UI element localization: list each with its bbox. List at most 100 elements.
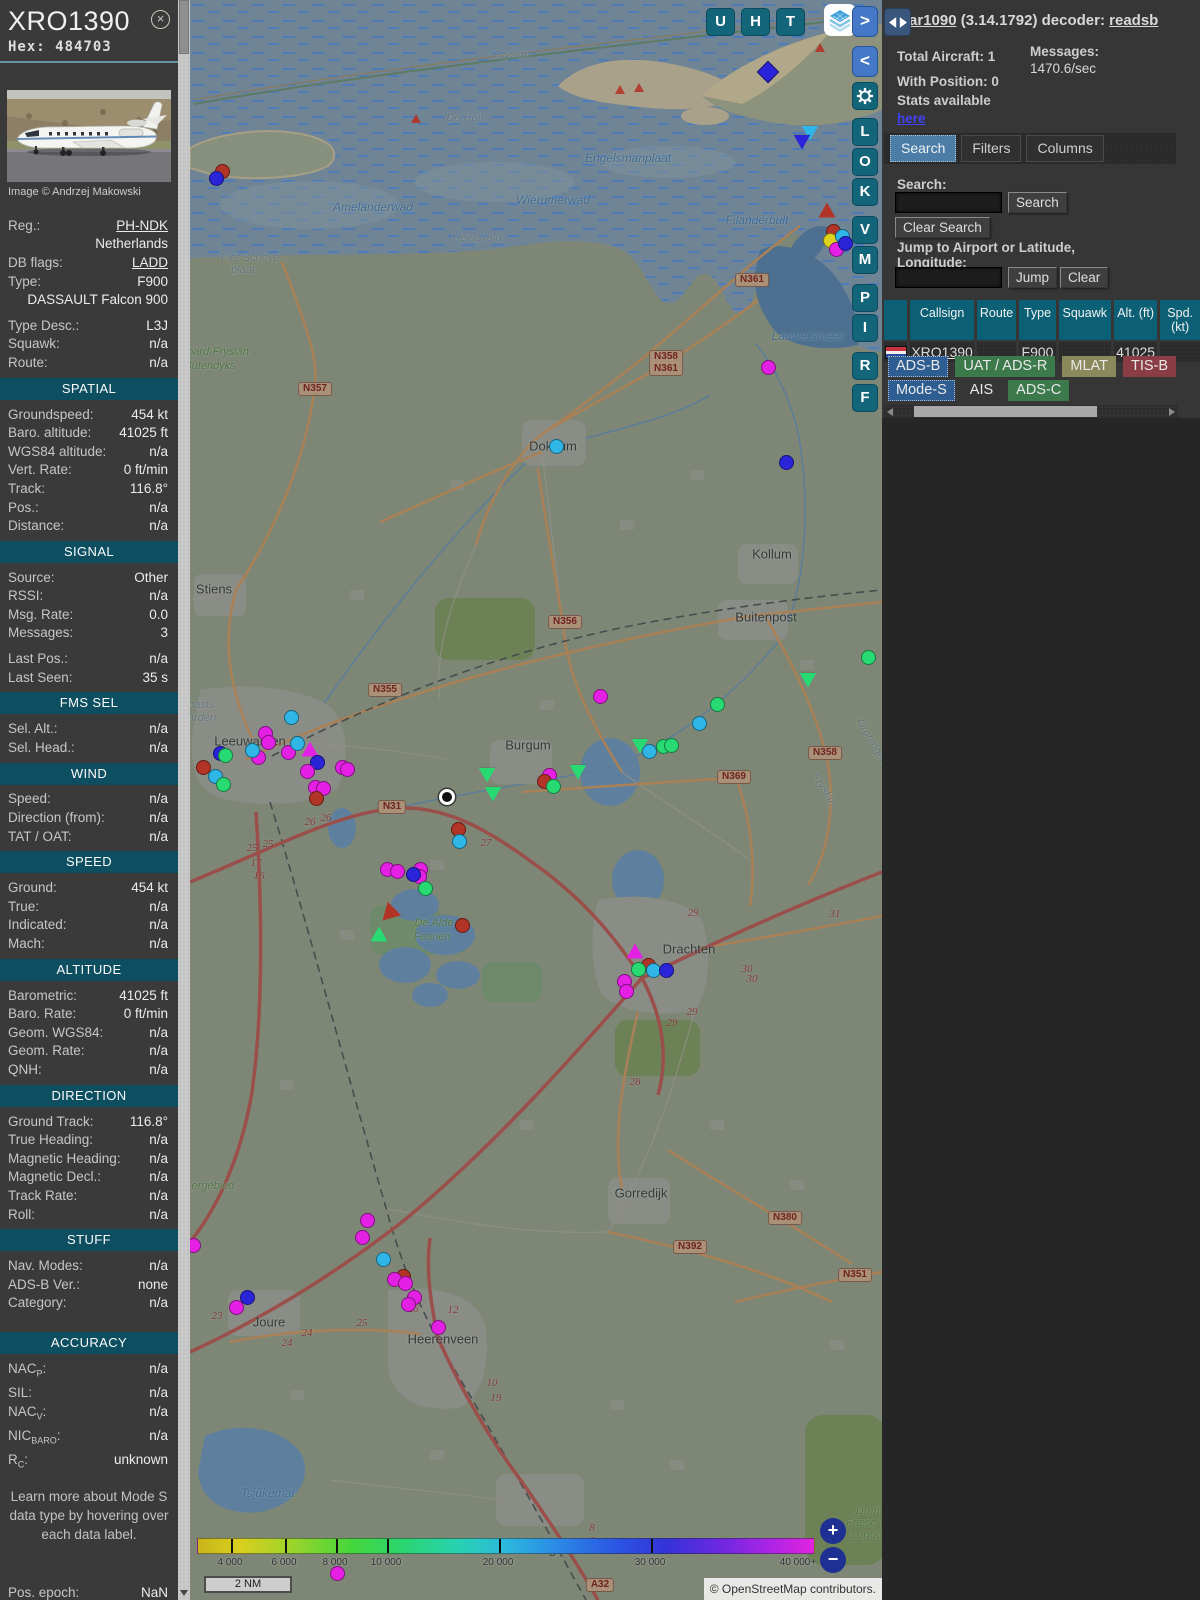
jump-input[interactable]: [895, 267, 1002, 288]
column-header-spd-kt[interactable]: Spd. (kt): [1160, 300, 1200, 340]
aircraft-marker[interactable]: [283, 709, 299, 725]
aircraft-marker[interactable]: [760, 359, 776, 375]
column-header-squawk[interactable]: Squawk: [1058, 300, 1111, 340]
aircraft-marker[interactable]: [339, 761, 355, 777]
aircraft-marker[interactable]: [793, 134, 811, 150]
source-badge-ads-c[interactable]: ADS-C: [1008, 380, 1070, 401]
settings-button[interactable]: [852, 82, 878, 110]
tab-filters[interactable]: Filters: [961, 135, 1022, 162]
map-button-f[interactable]: F: [852, 384, 878, 412]
aircraft-marker[interactable]: [451, 833, 467, 849]
map-button-p[interactable]: P: [852, 284, 878, 312]
source-badge-ads-b[interactable]: ADS-B: [888, 356, 949, 377]
aircraft-marker[interactable]: [289, 735, 305, 751]
search-button[interactable]: Search: [1008, 192, 1067, 213]
aircraft-marker[interactable]: [484, 786, 502, 802]
hscroll-right-arrow[interactable]: [1169, 408, 1175, 416]
aircraft-marker[interactable]: [359, 1212, 375, 1228]
map-button-t[interactable]: T: [776, 8, 805, 36]
map-button-i[interactable]: I: [852, 314, 878, 342]
aircraft-marker[interactable]: [478, 767, 496, 783]
hscroll-thumb[interactable]: [914, 406, 1097, 417]
zoom-out-button[interactable]: −: [820, 1547, 846, 1573]
map-button-r[interactable]: R: [852, 352, 878, 380]
aircraft-marker[interactable]: [663, 737, 679, 753]
column-header[interactable]: [884, 300, 908, 340]
aircraft-marker[interactable]: [815, 43, 825, 52]
column-header-route[interactable]: Route: [976, 300, 1017, 340]
aircraft-marker[interactable]: [308, 790, 324, 806]
stats-here-link[interactable]: here: [897, 111, 926, 126]
aircraft-marker[interactable]: [299, 763, 315, 779]
column-header-callsign[interactable]: Callsign: [910, 300, 974, 340]
aircraft-marker[interactable]: [634, 83, 644, 92]
source-badge-mode-s[interactable]: Mode-S: [888, 380, 955, 401]
aircraft-marker[interactable]: [658, 962, 674, 978]
aircraft-marker[interactable]: [190, 1237, 201, 1253]
table-horizontal-scrollbar[interactable]: [884, 405, 1178, 418]
map-button-h[interactable]: H: [741, 8, 770, 36]
tab-search[interactable]: Search: [890, 135, 957, 162]
aircraft-marker[interactable]: [837, 235, 853, 251]
aircraft-marker[interactable]: [548, 438, 564, 454]
aircraft-marker[interactable]: [592, 688, 608, 704]
map-button-u[interactable]: U: [706, 8, 735, 36]
left-panel-scrollbar[interactable]: [178, 0, 190, 1600]
map-button-v[interactable]: V: [852, 216, 878, 244]
expand-right-button[interactable]: >: [852, 6, 878, 37]
zoom-in-button[interactable]: +: [820, 1518, 846, 1544]
aircraft-marker[interactable]: [430, 1319, 446, 1335]
aircraft-marker[interactable]: [630, 961, 646, 977]
aircraft-marker[interactable]: [405, 866, 421, 882]
aircraft-marker[interactable]: [370, 926, 388, 942]
scrollbar-thumb[interactable]: [179, 0, 189, 54]
app-name-link[interactable]: tar1090: [904, 12, 957, 29]
scrollbar-down-arrow[interactable]: [180, 1590, 188, 1596]
map[interactable]: Fryslân De Hôn Engelsmanplaat Amelanderwad W…: [190, 0, 882, 1600]
aircraft-marker[interactable]: [208, 170, 224, 186]
aircraft-marker[interactable]: [244, 742, 260, 758]
map-button-l[interactable]: L: [852, 118, 878, 146]
map-button-k[interactable]: K: [852, 178, 878, 206]
column-header-type[interactable]: Type: [1019, 300, 1056, 340]
aircraft-marker[interactable]: [215, 776, 231, 792]
aircraft-marker[interactable]: [691, 715, 707, 731]
source-badge-tis-b[interactable]: TIS-B: [1123, 356, 1177, 377]
source-badge-uat-ads-r[interactable]: UAT / ADS-R: [955, 356, 1056, 377]
jump-button[interactable]: Jump: [1008, 267, 1058, 288]
aircraft-marker[interactable]: [818, 202, 836, 218]
aircraft-marker[interactable]: [756, 60, 780, 84]
aircraft-marker[interactable]: [860, 649, 876, 665]
close-icon[interactable]: ×: [151, 10, 170, 29]
data-value[interactable]: PH-NDK: [116, 218, 168, 233]
source-badge-mlat[interactable]: MLAT: [1062, 356, 1116, 377]
jump-clear-button[interactable]: Clear: [1060, 267, 1109, 288]
source-badge-ais[interactable]: AIS: [962, 380, 1001, 401]
search-input[interactable]: [895, 192, 1002, 213]
aircraft-marker[interactable]: [569, 764, 587, 780]
aircraft-marker[interactable]: [778, 454, 794, 470]
selected-aircraft-marker[interactable]: [439, 789, 455, 805]
aircraft-marker[interactable]: [397, 1275, 413, 1291]
aircraft-marker[interactable]: [217, 747, 233, 763]
aircraft-marker[interactable]: [618, 983, 634, 999]
map-button-o[interactable]: O: [852, 148, 878, 176]
aircraft-marker[interactable]: [228, 1299, 244, 1315]
aircraft-marker[interactable]: [641, 743, 657, 759]
aircraft-marker[interactable]: [375, 901, 400, 926]
sidebar-toggle-button[interactable]: [884, 8, 911, 36]
aircraft-marker[interactable]: [615, 85, 625, 94]
decoder-link[interactable]: readsb: [1109, 12, 1158, 29]
data-value[interactable]: LADD: [132, 255, 168, 270]
aircraft-marker[interactable]: [389, 863, 405, 879]
aircraft-marker[interactable]: [454, 917, 470, 933]
aircraft-marker[interactable]: [545, 778, 561, 794]
aircraft-marker[interactable]: [417, 880, 433, 896]
collapse-left-button[interactable]: <: [852, 46, 878, 77]
column-header-alt-ft[interactable]: Alt. (ft): [1113, 300, 1158, 340]
aircraft-marker[interactable]: [626, 943, 644, 959]
tab-columns[interactable]: Columns: [1026, 135, 1104, 162]
hscroll-left-arrow[interactable]: [887, 408, 893, 416]
map-button-m[interactable]: M: [852, 246, 878, 274]
aircraft-marker[interactable]: [709, 696, 725, 712]
